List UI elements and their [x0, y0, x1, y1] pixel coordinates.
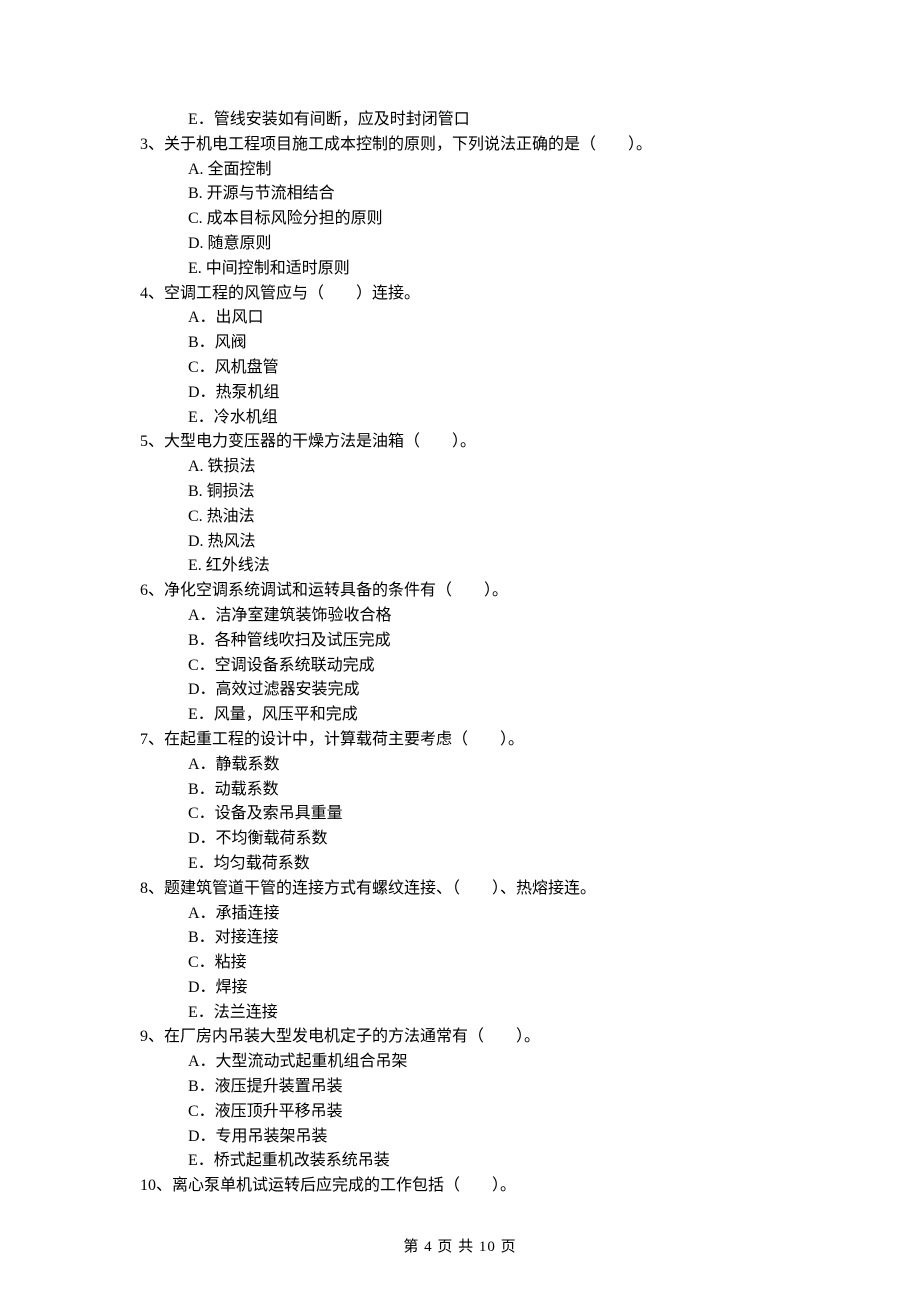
question-stem: 7、在起重工程的设计中，计算载荷主要考虑（ ）。 — [140, 728, 780, 753]
option-b: B. 开源与节流相结合 — [188, 182, 780, 207]
q-num: 7、 — [140, 731, 164, 748]
option-c: C．粘接 — [188, 951, 780, 976]
page-content: E．管线安装如有间断，应及时封闭管口 3、关于机电工程项目施工成本控制的原则，下… — [140, 108, 780, 1199]
q-num: 4、 — [140, 285, 164, 302]
q-num: 10、 — [140, 1177, 172, 1194]
option-b: B．风阀 — [188, 331, 780, 356]
question-4: 4、空调工程的风管应与（ ）连接。 A．出风口 B．风阀 C．风机盘管 D．热泵… — [140, 282, 780, 431]
option-a: A．洁净室建筑装饰验收合格 — [188, 604, 780, 629]
option-e: E. 红外线法 — [188, 554, 780, 579]
option-a: A．承插连接 — [188, 902, 780, 927]
option-a: A．出风口 — [188, 306, 780, 331]
question-stem: 8、题建筑管道干管的连接方式有螺纹连接、（ ）、热熔接连。 — [140, 877, 780, 902]
option-a: A. 铁损法 — [188, 455, 780, 480]
q-text: 空调工程的风管应与（ ）连接。 — [164, 285, 420, 302]
option-block: A．大型流动式起重机组合吊架 B．液压提升装置吊装 C．液压顶升平移吊装 D．专… — [140, 1050, 780, 1174]
option-e: E．法兰连接 — [188, 1001, 780, 1026]
option-d: D．专用吊装架吊装 — [188, 1125, 780, 1150]
q-num: 3、 — [140, 136, 164, 153]
question-10: 10、离心泵单机试运转后应完成的工作包括（ ）。 — [140, 1174, 780, 1199]
option-c: C. 热油法 — [188, 505, 780, 530]
option-block: A. 全面控制 B. 开源与节流相结合 C. 成本目标风险分担的原则 D. 随意… — [140, 158, 780, 282]
question-6: 6、净化空调系统调试和运转具备的条件有（ ）。 A．洁净室建筑装饰验收合格 B．… — [140, 579, 780, 728]
q-text: 在起重工程的设计中，计算载荷主要考虑（ ）。 — [164, 731, 524, 748]
option-e: E．均匀载荷系数 — [188, 852, 780, 877]
question-5: 5、大型电力变压器的干燥方法是油箱（ ）。 A. 铁损法 B. 铜损法 C. 热… — [140, 430, 780, 579]
option-a: A. 全面控制 — [188, 158, 780, 183]
option-c: C．液压顶升平移吊装 — [188, 1100, 780, 1125]
option-block: A. 铁损法 B. 铜损法 C. 热油法 D. 热风法 E. 红外线法 — [140, 455, 780, 579]
option-b: B．各种管线吹扫及试压完成 — [188, 629, 780, 654]
q-num: 9、 — [140, 1028, 164, 1045]
q-num: 5、 — [140, 433, 164, 450]
option-block: A．承插连接 B．对接连接 C．粘接 D．焊接 E．法兰连接 — [140, 902, 780, 1026]
q-text: 在厂房内吊装大型发电机定子的方法通常有（ ）。 — [164, 1028, 540, 1045]
option-b: B．动载系数 — [188, 778, 780, 803]
q-text: 离心泵单机试运转后应完成的工作包括（ ）。 — [172, 1177, 516, 1194]
option-d: D．焊接 — [188, 976, 780, 1001]
option-block: A．洁净室建筑装饰验收合格 B．各种管线吹扫及试压完成 C．空调设备系统联动完成… — [140, 604, 780, 728]
option-d: D. 热风法 — [188, 530, 780, 555]
option-e: E．风量，风压平和完成 — [188, 703, 780, 728]
question-stem: 6、净化空调系统调试和运转具备的条件有（ ）。 — [140, 579, 780, 604]
option-d: D．高效过滤器安装完成 — [188, 678, 780, 703]
option-c: C．风机盘管 — [188, 356, 780, 381]
question-stem: 5、大型电力变压器的干燥方法是油箱（ ）。 — [140, 430, 780, 455]
orphan-option-block: E．管线安装如有间断，应及时封闭管口 — [140, 108, 780, 133]
option-a: A．大型流动式起重机组合吊架 — [188, 1050, 780, 1075]
question-8: 8、题建筑管道干管的连接方式有螺纹连接、（ ）、热熔接连。 A．承插连接 B．对… — [140, 877, 780, 1026]
option-block: A．静载系数 B．动载系数 C．设备及索吊具重量 D．不均衡载荷系数 E．均匀载… — [140, 753, 780, 877]
option-e: E．冷水机组 — [188, 406, 780, 431]
option-c: C．空调设备系统联动完成 — [188, 654, 780, 679]
question-stem: 3、关于机电工程项目施工成本控制的原则，下列说法正确的是（ ）。 — [140, 133, 780, 158]
option-c: C. 成本目标风险分担的原则 — [188, 207, 780, 232]
option-d: D. 随意原则 — [188, 232, 780, 257]
option-e: E．管线安装如有间断，应及时封闭管口 — [188, 108, 780, 133]
option-d: D．热泵机组 — [188, 381, 780, 406]
option-b: B．液压提升装置吊装 — [188, 1075, 780, 1100]
option-b: B．对接连接 — [188, 926, 780, 951]
q-text: 净化空调系统调试和运转具备的条件有（ ）。 — [164, 582, 508, 599]
question-7: 7、在起重工程的设计中，计算载荷主要考虑（ ）。 A．静载系数 B．动载系数 C… — [140, 728, 780, 877]
option-e: E．桥式起重机改装系统吊装 — [188, 1149, 780, 1174]
question-stem: 9、在厂房内吊装大型发电机定子的方法通常有（ ）。 — [140, 1025, 780, 1050]
q-text: 题建筑管道干管的连接方式有螺纹连接、（ ）、热熔接连。 — [164, 880, 596, 897]
q-num: 6、 — [140, 582, 164, 599]
question-9: 9、在厂房内吊装大型发电机定子的方法通常有（ ）。 A．大型流动式起重机组合吊架… — [140, 1025, 780, 1174]
page-footer: 第 4 页 共 10 页 — [0, 1236, 920, 1259]
question-3: 3、关于机电工程项目施工成本控制的原则，下列说法正确的是（ ）。 A. 全面控制… — [140, 133, 780, 282]
option-block: A．出风口 B．风阀 C．风机盘管 D．热泵机组 E．冷水机组 — [140, 306, 780, 430]
option-d: D．不均衡载荷系数 — [188, 827, 780, 852]
q-text: 关于机电工程项目施工成本控制的原则，下列说法正确的是（ ）。 — [164, 136, 652, 153]
q-text: 大型电力变压器的干燥方法是油箱（ ）。 — [164, 433, 476, 450]
option-c: C．设备及索吊具重量 — [188, 802, 780, 827]
option-e: E. 中间控制和适时原则 — [188, 257, 780, 282]
option-a: A．静载系数 — [188, 753, 780, 778]
option-b: B. 铜损法 — [188, 480, 780, 505]
q-num: 8、 — [140, 880, 164, 897]
question-stem: 4、空调工程的风管应与（ ）连接。 — [140, 282, 780, 307]
question-stem: 10、离心泵单机试运转后应完成的工作包括（ ）。 — [140, 1174, 780, 1199]
